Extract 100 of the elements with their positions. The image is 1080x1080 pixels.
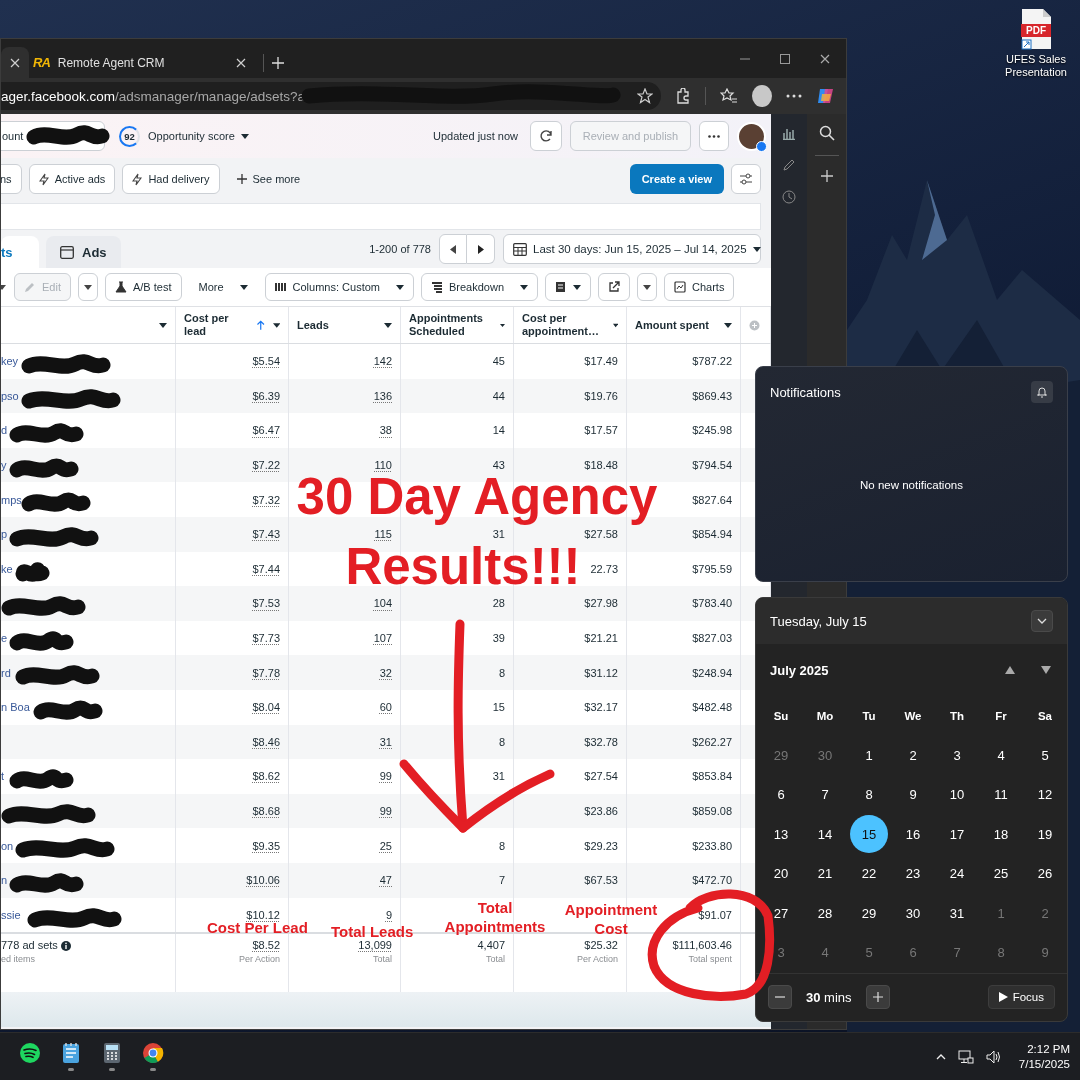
column-header[interactable]: Cost per appointment… [514,307,627,343]
ad-set-name-link[interactable]: t [1,770,5,783]
see-more-button[interactable]: See more [236,173,301,185]
toolbar-button[interactable]: A/B test [104,273,182,301]
calendar-day[interactable]: 24 [938,854,976,893]
previous-page-button[interactable] [439,234,467,264]
user-avatar[interactable] [737,121,766,151]
column-header[interactable]: Cost per lead [176,307,289,343]
calendar-day[interactable]: 3 [938,736,976,775]
dropdown-button[interactable] [77,273,98,301]
calendar-day[interactable]: 7 [938,933,976,972]
calendar-day[interactable]: 1 [982,894,1020,933]
calendar-day[interactable]: 23 [894,854,932,893]
pdf-file-icon[interactable]: PDF [1019,8,1053,50]
ad-set-name-link[interactable]: pso [1,389,19,402]
refresh-button[interactable] [530,121,562,151]
toolbar-dropdown[interactable]: Breakdown [421,273,539,301]
calendar-day[interactable]: 21 [806,854,844,893]
calendar-day[interactable]: 5 [850,933,888,972]
calendar-day[interactable]: 2 [894,736,932,775]
ad-set-name-link[interactable]: mps [1,493,22,506]
column-header[interactable]: Amount spent [627,307,741,343]
calendar-day[interactable]: 7 [806,775,844,814]
calendar-day[interactable]: 6 [894,933,932,972]
address-bar[interactable]: ager.facebook.com/adsmanager/manage/adsets?a [1,82,661,110]
filter-chip[interactable]: ns [1,164,22,194]
calendar-day[interactable]: 11 [982,775,1020,814]
filter-chip[interactable]: Active ads [28,164,116,194]
decrease-button[interactable] [768,985,792,1010]
calendar-day[interactable]: 10 [938,775,976,814]
calendar-day[interactable]: 8 [982,933,1020,972]
ad-set-name-link[interactable]: key [1,355,19,368]
profile-avatar[interactable] [751,85,772,107]
calendar-day[interactable]: 2 [1026,894,1064,933]
desktop-icon-label[interactable]: UFES Sales Presentation [996,53,1076,79]
calendar-day[interactable]: 15 [850,815,888,854]
ad-set-name-link[interactable]: p [1,528,8,541]
weekday-label: Mo [816,709,834,722]
calendar-day[interactable]: 3 [762,933,800,972]
browser-tab[interactable] [1,47,29,78]
ad-set-name-link[interactable]: ssie [1,908,21,921]
opportunity-score-dropdown[interactable]: Opportunity score [148,130,249,142]
ad-set-name-link[interactable]: d [1,424,8,437]
calendar-day[interactable]: 26 [1026,854,1064,893]
export-button[interactable] [598,273,631,301]
filter-chip[interactable]: Had delivery [122,164,220,194]
calendar-day[interactable]: 27 [762,894,800,933]
column-header[interactable]: Leads [289,307,401,343]
date-range-picker[interactable]: Last 30 days: Jun 15, 2025 – Jul 14, 2025 [503,234,761,264]
calendar-day[interactable]: 12 [1026,775,1064,814]
browser-tab[interactable]: RA Remote Agent CRM [29,47,255,78]
calendar-day[interactable]: 22 [850,854,888,893]
calendar-day[interactable]: 31 [938,894,976,933]
create-view-button[interactable]: Create a view [629,164,724,194]
next-page-button[interactable] [467,234,495,264]
ad-set-name-link[interactable]: n Boa [1,701,30,714]
collapse-button[interactable] [1031,610,1053,632]
dropdown-button[interactable] [637,273,658,301]
table-cell: $17.49 [584,355,618,368]
calendar-day[interactable]: 4 [982,736,1020,775]
calendar-day[interactable]: 28 [806,894,844,933]
calendar-day[interactable]: 6 [762,775,800,814]
calendar-day[interactable]: 1 [850,736,888,775]
calendar-day[interactable]: 17 [938,815,976,854]
toolbar-dropdown[interactable]: Columns: Custom [264,273,414,301]
search-field[interactable] [1,202,761,230]
calendar-day[interactable]: 29 [850,894,888,933]
calendar-day[interactable]: 19 [1026,815,1064,854]
calendar-day[interactable]: 29 [762,736,800,775]
column-header[interactable]: Appointments Scheduled [401,307,514,343]
increase-button[interactable] [865,985,890,1010]
calendar-day[interactable]: 9 [894,775,932,814]
calendar-day[interactable]: 30 [806,736,844,775]
ad-set-name-link[interactable]: on [1,839,14,852]
level-tab[interactable]: ts [1,236,39,268]
calendar-day[interactable]: 8 [850,775,888,814]
ad-set-name-link[interactable]: rd [1,666,11,679]
notification-settings-button[interactable] [1031,381,1053,403]
report-dropdown[interactable] [545,273,592,301]
calendar-day[interactable]: 5 [1026,736,1064,775]
calendar-day[interactable]: 25 [982,854,1020,893]
calendar-day[interactable]: 14 [806,815,844,854]
toolbar-button[interactable]: Charts [664,273,735,301]
ad-set-name-link[interactable]: ke [1,562,13,575]
ad-set-name-link[interactable]: e [1,632,8,645]
calendar-day[interactable]: 16 [894,815,932,854]
calendar-day[interactable]: 30 [894,894,932,933]
calendar-day[interactable]: 4 [806,933,844,972]
calendar-day[interactable]: 20 [762,854,800,893]
ad-set-name-link[interactable]: y [1,459,7,472]
level-tab[interactable]: Ads [46,236,121,268]
focus-button[interactable]: Focus [987,985,1055,1010]
ad-set-name-link[interactable]: n [1,874,8,887]
filter-settings-button[interactable] [731,164,761,194]
system-clock[interactable]: 2:12 PM 7/15/2025 [1018,1043,1070,1070]
table-cell: $472.70 [692,874,732,887]
calendar-day[interactable]: 18 [982,815,1020,854]
table-cell: 8 [498,735,505,748]
calendar-day[interactable]: 9 [1026,933,1064,972]
calendar-day[interactable]: 13 [762,815,800,854]
